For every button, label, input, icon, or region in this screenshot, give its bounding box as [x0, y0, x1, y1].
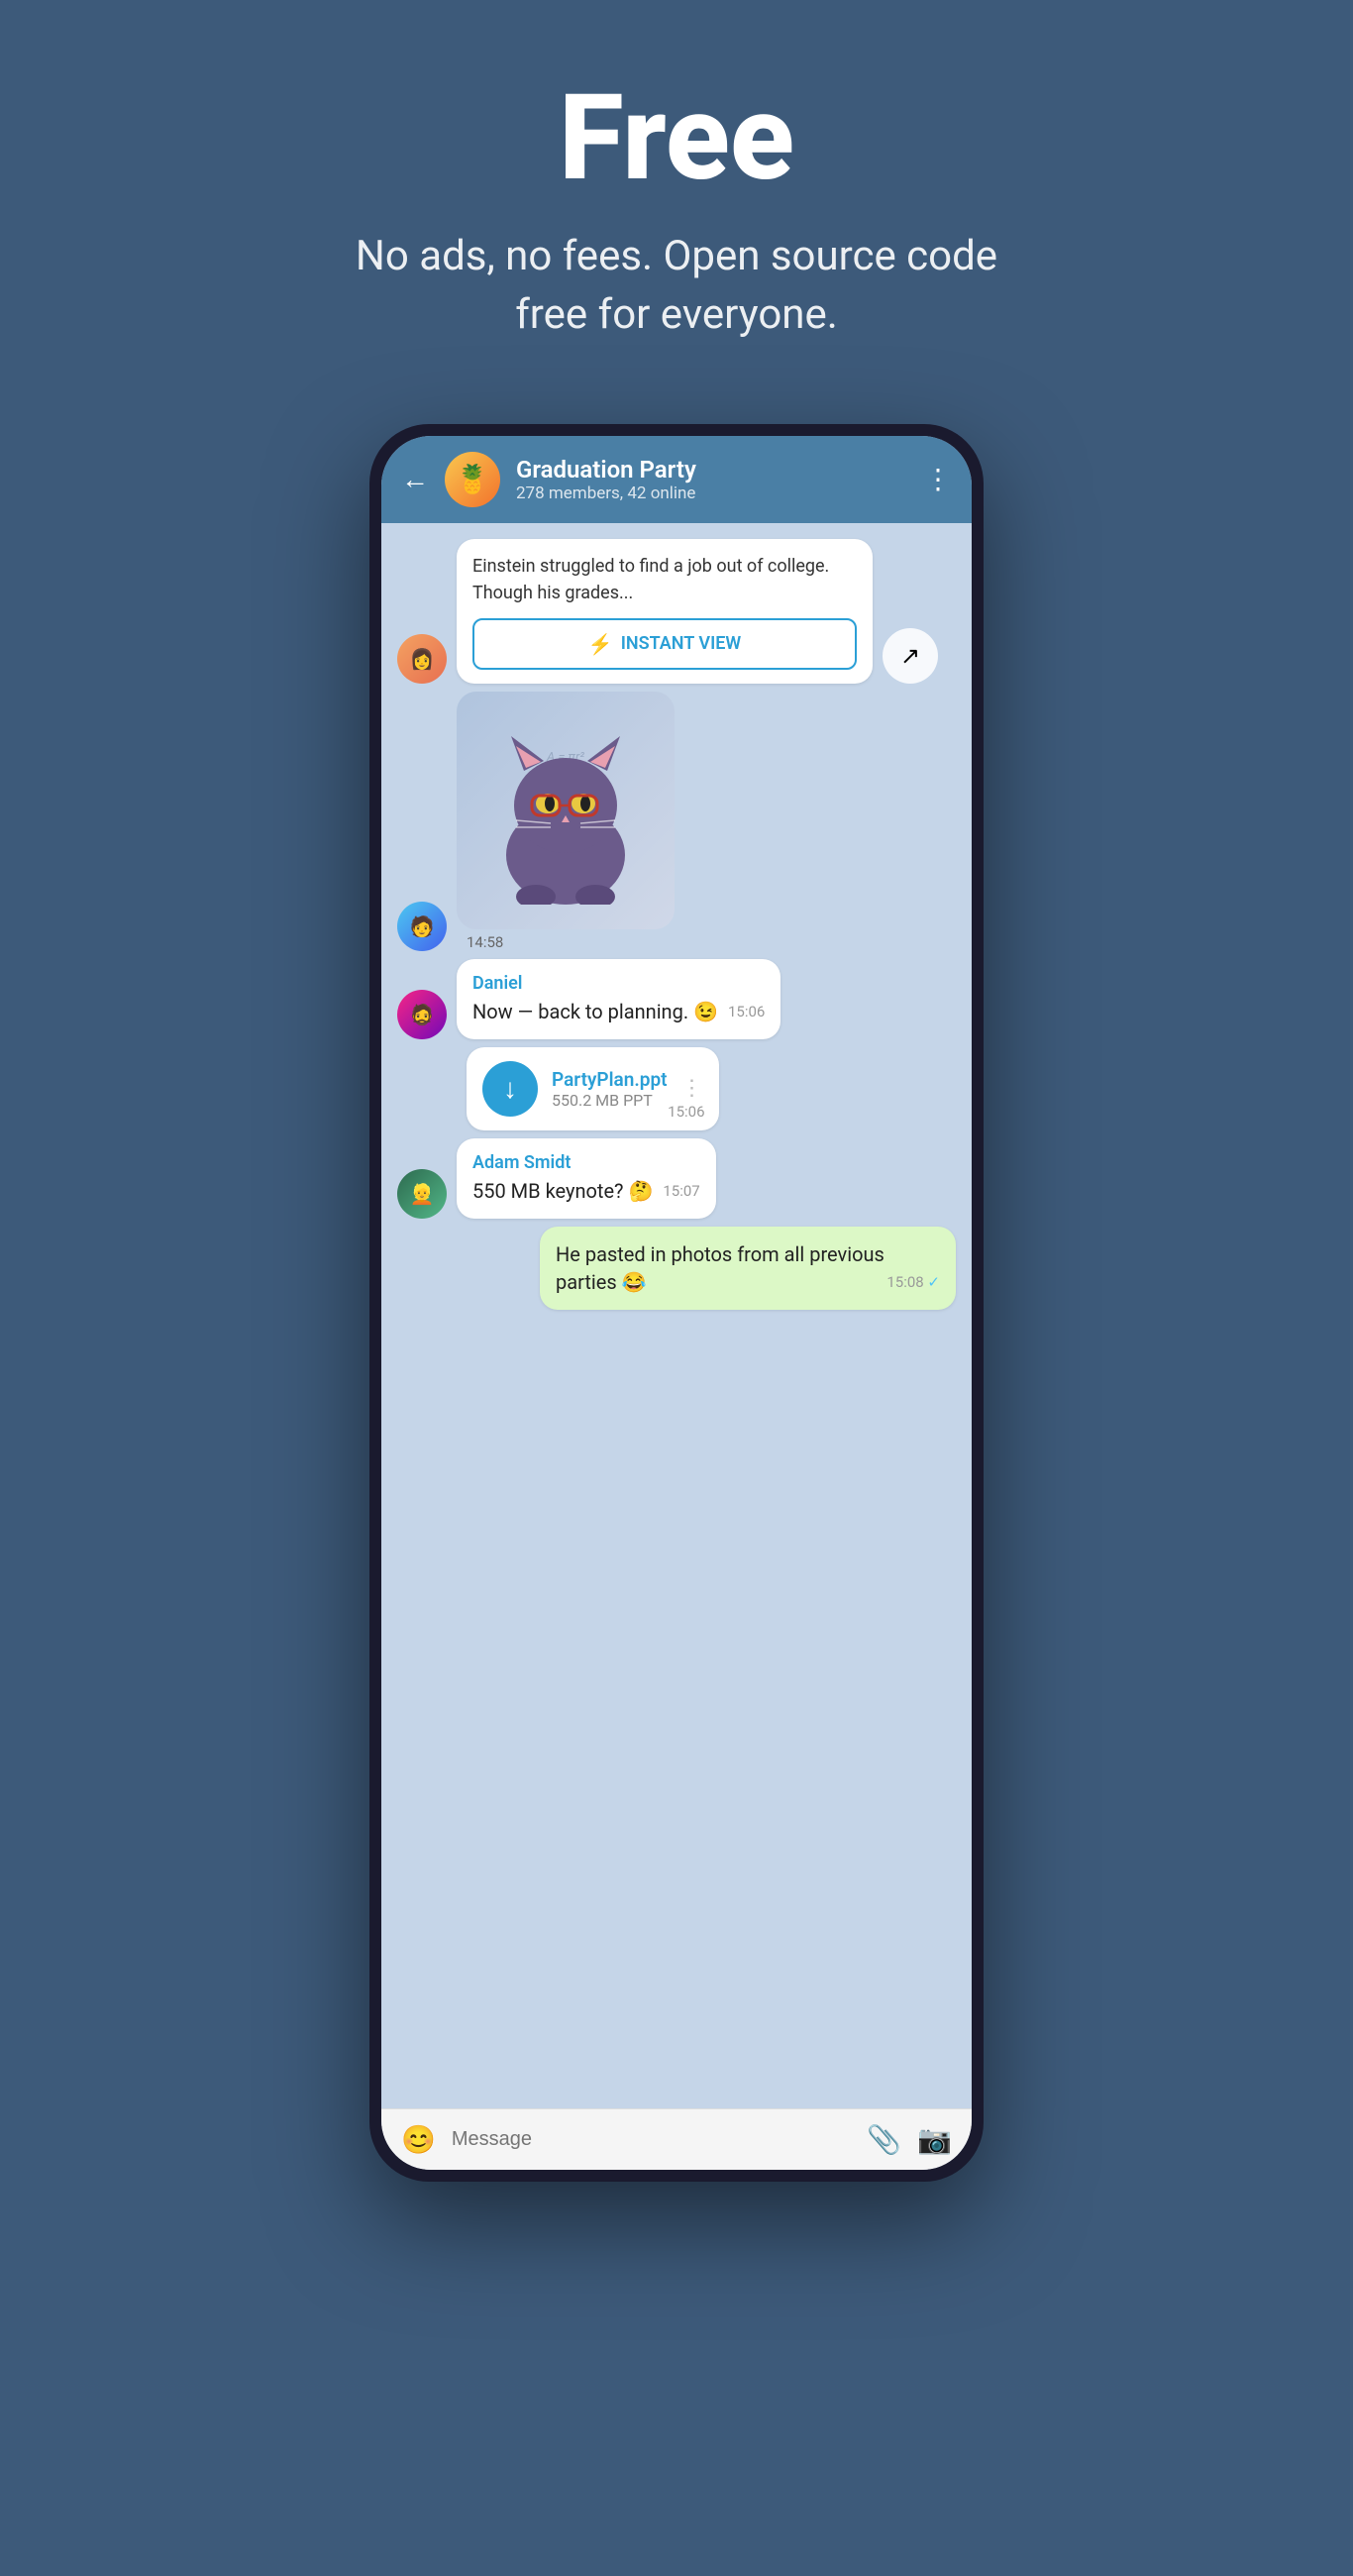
group-avatar: 🍍 — [445, 452, 500, 507]
sticker-image: A = πr²V = l³P = 2πrA = πr²s = √(r²+h²)A… — [457, 692, 675, 929]
hero-section: Free No ads, no fees. Open source code f… — [290, 0, 1063, 404]
cat-sticker-svg — [486, 716, 645, 905]
message-row: 🧔 Daniel Now — back to planning. 😉 15:06 — [397, 959, 956, 1039]
share-icon: ↗ — [900, 642, 920, 670]
chat-info: Graduation Party 278 members, 42 online — [516, 456, 908, 503]
file-bubble: ↓ PartyPlan.ppt 550.2 MB PPT ⋮ 15:06 — [467, 1047, 719, 1130]
back-button[interactable]: ← — [401, 463, 429, 495]
link-preview-text: Einstein struggled to find a job out of … — [472, 553, 857, 606]
messages-area: 👩 Einstein struggled to find a job out o… — [381, 523, 972, 2108]
message-time: 15:07 — [663, 1181, 699, 1202]
message-text: He pasted in photos from all previous pa… — [556, 1240, 940, 1296]
group-name: Graduation Party — [516, 456, 908, 483]
my-message-bubble: He pasted in photos from all previous pa… — [540, 1227, 956, 1310]
camera-button[interactable]: 📷 — [917, 2123, 952, 2156]
message-text: 550 MB keynote? 🤔 15:07 — [472, 1177, 700, 1205]
message-time: 15:06 — [728, 1002, 765, 1022]
share-button[interactable]: ↗ — [883, 628, 938, 684]
message-sender: Adam Smidt — [472, 1152, 700, 1173]
message-time: 15:08 ✓ — [886, 1272, 940, 1293]
message-input[interactable] — [452, 2128, 851, 2151]
more-options-button[interactable]: ⋮ — [924, 463, 952, 495]
file-more-button[interactable]: ⋮ — [681, 1076, 703, 1101]
link-preview-bubble: Einstein struggled to find a job out of … — [457, 539, 873, 684]
avatar: 🧑 — [397, 902, 447, 951]
sticker-content: A = πr²V = l³P = 2πrA = πr²s = √(r²+h²)A… — [457, 692, 675, 951]
group-meta: 278 members, 42 online — [516, 483, 908, 503]
message-bubble: Adam Smidt 550 MB keynote? 🤔 15:07 — [457, 1138, 716, 1219]
instant-view-label: INSTANT VIEW — [621, 633, 742, 654]
file-name: PartyPlan.ppt — [552, 1068, 668, 1091]
sticker-time: 14:58 — [467, 933, 675, 951]
download-icon[interactable]: ↓ — [482, 1061, 538, 1117]
phone-frame: ← 🍍 Graduation Party 278 members, 42 onl… — [369, 424, 984, 2182]
file-message-row: ↓ PartyPlan.ppt 550.2 MB PPT ⋮ 15:06 — [397, 1047, 956, 1130]
input-area: 😊 📎 📷 — [381, 2108, 972, 2170]
file-info: PartyPlan.ppt 550.2 MB PPT — [552, 1068, 668, 1110]
message-sender: Daniel — [472, 973, 765, 994]
chat-header: ← 🍍 Graduation Party 278 members, 42 onl… — [381, 436, 972, 523]
file-time: 15:06 — [668, 1103, 704, 1121]
phone-wrapper: ← 🍍 Graduation Party 278 members, 42 onl… — [369, 404, 984, 2241]
my-message-row: He pasted in photos from all previous pa… — [397, 1227, 956, 1310]
attach-button[interactable]: 📎 — [867, 2123, 901, 2156]
sticker-row: 🧑 A = πr²V = l³P = 2πrA = πr²s = √(r²+h²… — [397, 692, 956, 951]
bolt-icon: ⚡ — [588, 632, 613, 656]
emoji-button[interactable]: 😊 — [401, 2123, 436, 2156]
phone-screen: ← 🍍 Graduation Party 278 members, 42 onl… — [381, 436, 972, 2170]
link-preview-body: Einstein struggled to find a job out of … — [457, 539, 873, 684]
hero-subtitle: No ads, no fees. Open source code free f… — [330, 228, 1023, 345]
message-row: 👩 Einstein struggled to find a job out o… — [397, 539, 956, 684]
message-text: Now — back to planning. 😉 15:06 — [472, 998, 765, 1025]
hero-title: Free — [330, 79, 1023, 198]
message-row: 👱 Adam Smidt 550 MB keynote? 🤔 15:07 — [397, 1138, 956, 1219]
file-size: 550.2 MB PPT — [552, 1091, 668, 1110]
message-bubble: Daniel Now — back to planning. 😉 15:06 — [457, 959, 781, 1039]
group-avatar-emoji: 🍍 — [456, 463, 490, 495]
avatar: 👱 — [397, 1169, 447, 1219]
avatar: 👩 — [397, 634, 447, 684]
avatar: 🧔 — [397, 990, 447, 1039]
instant-view-button[interactable]: ⚡ INSTANT VIEW — [472, 618, 857, 670]
